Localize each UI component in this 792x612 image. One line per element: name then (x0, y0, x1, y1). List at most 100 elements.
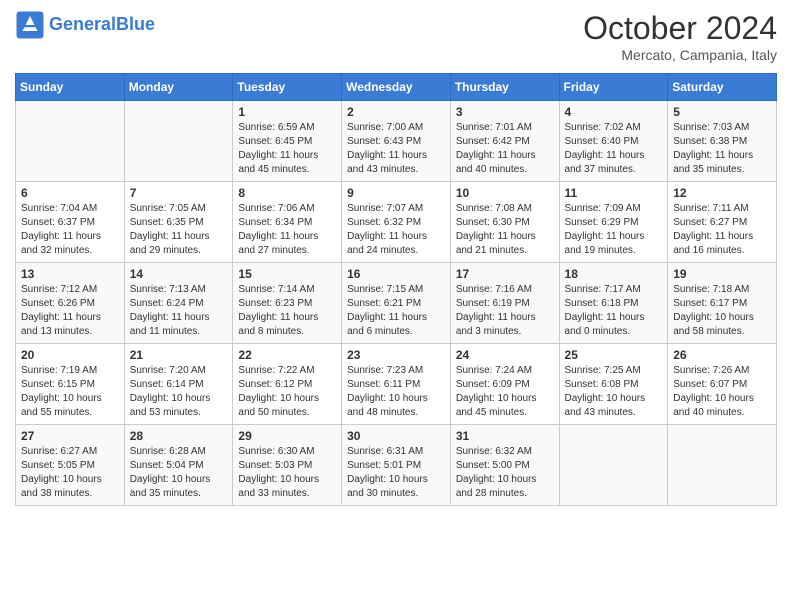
day-number: 12 (673, 186, 771, 200)
calendar-cell: 22Sunrise: 7:22 AMSunset: 6:12 PMDayligh… (233, 344, 342, 425)
day-number: 24 (456, 348, 554, 362)
day-number: 8 (238, 186, 336, 200)
day-info: Sunrise: 7:13 AMSunset: 6:24 PMDaylight:… (130, 283, 228, 339)
day-number: 25 (565, 348, 663, 362)
day-info: Sunrise: 6:32 AMSunset: 5:00 PMDaylight:… (456, 445, 554, 501)
day-info: Sunrise: 7:22 AMSunset: 6:12 PMDaylight:… (238, 364, 336, 420)
day-number: 7 (130, 186, 228, 200)
calendar-cell (16, 101, 125, 182)
day-number: 27 (21, 429, 119, 443)
day-number: 15 (238, 267, 336, 281)
day-number: 30 (347, 429, 445, 443)
day-number: 14 (130, 267, 228, 281)
col-header-monday: Monday (124, 74, 233, 101)
col-header-saturday: Saturday (668, 74, 777, 101)
day-info: Sunrise: 7:03 AMSunset: 6:38 PMDaylight:… (673, 121, 771, 177)
day-info: Sunrise: 7:19 AMSunset: 6:15 PMDaylight:… (21, 364, 119, 420)
calendar-table: SundayMondayTuesdayWednesdayThursdayFrid… (15, 73, 777, 506)
day-info: Sunrise: 7:07 AMSunset: 6:32 PMDaylight:… (347, 202, 445, 258)
day-info: Sunrise: 7:01 AMSunset: 6:42 PMDaylight:… (456, 121, 554, 177)
day-info: Sunrise: 7:14 AMSunset: 6:23 PMDaylight:… (238, 283, 336, 339)
week-row-4: 20 Sunrise: 7:19 AMSunset: 6:15 PMDayligh… (16, 344, 777, 425)
day-info: Sunrise: 6:30 AMSunset: 5:03 PMDaylight:… (238, 445, 336, 501)
day-number: 21 (130, 348, 228, 362)
calendar-cell: 19 Sunrise: 7:18 AMSunset: 6:17 PMDayligh… (668, 263, 777, 344)
col-header-thursday: Thursday (450, 74, 559, 101)
calendar-cell: 6Sunrise: 7:04 AMSunset: 6:37 PMDaylight… (16, 182, 125, 263)
day-info: Sunrise: 7:12 AMSunset: 6:26 PMDaylight:… (21, 283, 119, 339)
col-header-tuesday: Tuesday (233, 74, 342, 101)
calendar-cell: 13 Sunrise: 7:12 AMSunset: 6:26 PMDayligh… (16, 263, 125, 344)
calendar-cell: 1 Sunrise: 6:59 AMSunset: 6:45 PMDaylight… (233, 101, 342, 182)
week-row-2: 6Sunrise: 7:04 AMSunset: 6:37 PMDaylight… (16, 182, 777, 263)
calendar-cell: 17 Sunrise: 7:16 AMSunset: 6:19 PMDayligh… (450, 263, 559, 344)
calendar-cell: 20 Sunrise: 7:19 AMSunset: 6:15 PMDayligh… (16, 344, 125, 425)
day-number: 13 (21, 267, 119, 281)
day-info: Sunrise: 7:17 AMSunset: 6:18 PMDaylight:… (565, 283, 663, 339)
calendar-cell: 11Sunrise: 7:09 AMSunset: 6:29 PMDayligh… (559, 182, 668, 263)
day-info: Sunrise: 7:26 AMSunset: 6:07 PMDaylight:… (673, 364, 771, 420)
week-row-1: 1 Sunrise: 6:59 AMSunset: 6:45 PMDaylight… (16, 101, 777, 182)
day-number: 18 (565, 267, 663, 281)
day-info: Sunrise: 7:20 AMSunset: 6:14 PMDaylight:… (130, 364, 228, 420)
day-number: 11 (565, 186, 663, 200)
calendar-cell: 30 Sunrise: 6:31 AMSunset: 5:01 PMDayligh… (342, 425, 451, 506)
day-info: Sunrise: 7:05 AMSunset: 6:35 PMDaylight:… (130, 202, 228, 258)
day-info: Sunrise: 7:08 AMSunset: 6:30 PMDaylight:… (456, 202, 554, 258)
logo-general: General (49, 14, 116, 34)
day-number: 1 (238, 105, 336, 119)
col-header-friday: Friday (559, 74, 668, 101)
day-number: 5 (673, 105, 771, 119)
logo-blue: Blue (116, 14, 155, 34)
calendar-cell: 25 Sunrise: 7:25 AMSunset: 6:08 PMDayligh… (559, 344, 668, 425)
location-subtitle: Mercato, Campania, Italy (583, 47, 777, 63)
day-number: 23 (347, 348, 445, 362)
month-title: October 2024 (583, 10, 777, 47)
calendar-cell: 5 Sunrise: 7:03 AMSunset: 6:38 PMDaylight… (668, 101, 777, 182)
calendar-cell: 2 Sunrise: 7:00 AMSunset: 6:43 PMDaylight… (342, 101, 451, 182)
day-info: Sunrise: 7:02 AMSunset: 6:40 PMDaylight:… (565, 121, 663, 177)
day-info: Sunrise: 7:00 AMSunset: 6:43 PMDaylight:… (347, 121, 445, 177)
calendar-cell: 18 Sunrise: 7:17 AMSunset: 6:18 PMDayligh… (559, 263, 668, 344)
calendar-cell: 26Sunrise: 7:26 AMSunset: 6:07 PMDayligh… (668, 344, 777, 425)
calendar-cell: 15 Sunrise: 7:14 AMSunset: 6:23 PMDayligh… (233, 263, 342, 344)
page-header: GeneralBlue October 2024 Mercato, Campan… (15, 10, 777, 63)
day-number: 31 (456, 429, 554, 443)
calendar-cell: 4 Sunrise: 7:02 AMSunset: 6:40 PMDaylight… (559, 101, 668, 182)
col-header-wednesday: Wednesday (342, 74, 451, 101)
calendar-cell: 29Sunrise: 6:30 AMSunset: 5:03 PMDayligh… (233, 425, 342, 506)
day-info: Sunrise: 7:24 AMSunset: 6:09 PMDaylight:… (456, 364, 554, 420)
calendar-cell: 9 Sunrise: 7:07 AMSunset: 6:32 PMDaylight… (342, 182, 451, 263)
day-info: Sunrise: 6:31 AMSunset: 5:01 PMDaylight:… (347, 445, 445, 501)
calendar-cell: 28 Sunrise: 6:28 AMSunset: 5:04 PMDayligh… (124, 425, 233, 506)
day-number: 9 (347, 186, 445, 200)
day-info: Sunrise: 7:23 AMSunset: 6:11 PMDaylight:… (347, 364, 445, 420)
logo: GeneralBlue (15, 10, 155, 40)
day-number: 28 (130, 429, 228, 443)
day-number: 2 (347, 105, 445, 119)
day-info: Sunrise: 7:11 AMSunset: 6:27 PMDaylight:… (673, 202, 771, 258)
week-row-3: 13 Sunrise: 7:12 AMSunset: 6:26 PMDayligh… (16, 263, 777, 344)
calendar-cell (124, 101, 233, 182)
calendar-cell: 12 Sunrise: 7:11 AMSunset: 6:27 PMDayligh… (668, 182, 777, 263)
day-number: 20 (21, 348, 119, 362)
calendar-cell: 7 Sunrise: 7:05 AMSunset: 6:35 PMDaylight… (124, 182, 233, 263)
calendar-cell: 16Sunrise: 7:15 AMSunset: 6:21 PMDayligh… (342, 263, 451, 344)
calendar-cell: 3Sunrise: 7:01 AMSunset: 6:42 PMDaylight… (450, 101, 559, 182)
day-number: 16 (347, 267, 445, 281)
calendar-cell: 31 Sunrise: 6:32 AMSunset: 5:00 PMDayligh… (450, 425, 559, 506)
day-number: 4 (565, 105, 663, 119)
day-number: 17 (456, 267, 554, 281)
day-info: Sunrise: 6:28 AMSunset: 5:04 PMDaylight:… (130, 445, 228, 501)
day-info: Sunrise: 7:16 AMSunset: 6:19 PMDaylight:… (456, 283, 554, 339)
day-info: Sunrise: 7:18 AMSunset: 6:17 PMDaylight:… (673, 283, 771, 339)
calendar-cell (559, 425, 668, 506)
day-number: 6 (21, 186, 119, 200)
day-info: Sunrise: 7:25 AMSunset: 6:08 PMDaylight:… (565, 364, 663, 420)
day-number: 19 (673, 267, 771, 281)
day-info: Sunrise: 6:27 AMSunset: 5:05 PMDaylight:… (21, 445, 119, 501)
calendar-cell: 21 Sunrise: 7:20 AMSunset: 6:14 PMDayligh… (124, 344, 233, 425)
day-info: Sunrise: 6:59 AMSunset: 6:45 PMDaylight:… (238, 121, 336, 177)
calendar-cell: 23 Sunrise: 7:23 AMSunset: 6:11 PMDayligh… (342, 344, 451, 425)
calendar-cell (668, 425, 777, 506)
